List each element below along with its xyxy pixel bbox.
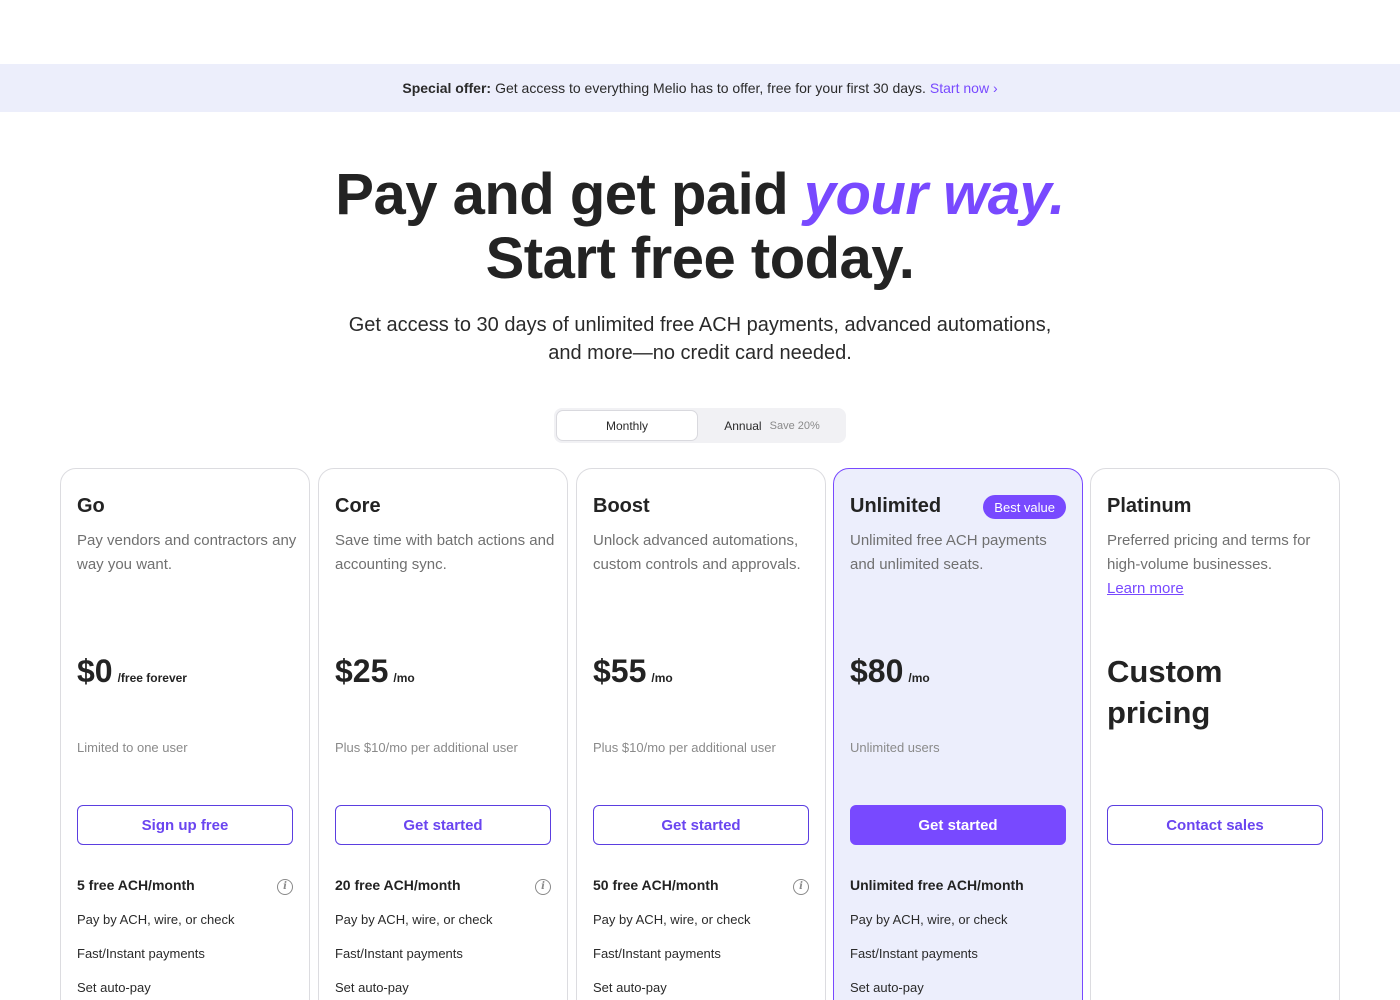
page-subtitle: Get access to 30 days of unlimited free … bbox=[330, 311, 1070, 367]
plan-card-platinum: Platinum Preferred pricing and terms for… bbox=[1090, 468, 1340, 1000]
best-value-badge: Best value bbox=[983, 495, 1066, 519]
plan-name: Core bbox=[335, 495, 381, 517]
feature-item: Set auto-pay bbox=[77, 980, 151, 995]
plan-user-note: Limited to one user bbox=[77, 740, 188, 755]
plan-description: Unlimited free ACH payments and unlimite… bbox=[850, 532, 1047, 573]
monthly-label: Monthly bbox=[605, 418, 649, 433]
plan-user-note: Unlimited users bbox=[850, 740, 940, 755]
plan-name: Boost bbox=[593, 495, 650, 517]
price-amount: $0 bbox=[77, 653, 113, 689]
billing-toggle: Monthly Annual Save 20% bbox=[554, 408, 846, 443]
custom-pricing: Custom pricing bbox=[1107, 651, 1307, 733]
plan-name: Go bbox=[77, 495, 105, 517]
plan-description: Save time with batch actions and account… bbox=[335, 532, 555, 573]
annual-label: Annual bbox=[724, 418, 762, 433]
plan-user-note: Plus $10/mo per additional user bbox=[335, 740, 518, 755]
price-period: /free forever bbox=[117, 671, 187, 685]
title-line2: Start free today. bbox=[485, 226, 915, 291]
top-navigation-bar bbox=[0, 0, 1400, 64]
learn-more-link[interactable]: Learn more bbox=[1107, 580, 1184, 597]
title-accent: your way. bbox=[803, 162, 1065, 227]
price-amount: $80 bbox=[850, 653, 904, 689]
subtitle-line2: and more—no credit card needed. bbox=[548, 342, 852, 364]
feature-item: Fast/Instant payments bbox=[77, 946, 205, 961]
feature-headline: 20 free ACH/month bbox=[335, 877, 461, 893]
feature-headline: 50 free ACH/month bbox=[593, 877, 719, 893]
plan-card-go: Go Pay vendors and contractors any way y… bbox=[60, 468, 310, 1000]
price-amount: $25 bbox=[335, 653, 389, 689]
subtitle-line1: Get access to 30 days of unlimited free … bbox=[348, 314, 1052, 336]
feature-headline: 5 free ACH/month bbox=[77, 877, 195, 893]
price-period: /mo bbox=[908, 671, 930, 685]
plan-description: Unlock advanced automations, custom cont… bbox=[593, 532, 801, 573]
promo-text: Get access to everything Melio has to of… bbox=[495, 80, 926, 96]
contact-sales-button[interactable]: Contact sales bbox=[1107, 805, 1323, 845]
plan-price: $25 /mo bbox=[335, 653, 415, 690]
info-icon[interactable]: i bbox=[535, 879, 551, 895]
title-part1: Pay and get paid bbox=[335, 162, 804, 227]
custom-pricing-line2: pricing bbox=[1107, 695, 1211, 730]
feature-item: Fast/Instant payments bbox=[593, 946, 721, 961]
plan-name: Platinum bbox=[1107, 495, 1192, 517]
plan-description: Preferred pricing and terms for high-vol… bbox=[1107, 529, 1329, 601]
page-title: Pay and get paid your way. Start free to… bbox=[0, 163, 1400, 291]
plan-price: $0 /free forever bbox=[77, 653, 187, 690]
get-started-button[interactable]: Get started bbox=[593, 805, 809, 845]
price-period: /mo bbox=[651, 671, 673, 685]
feature-item: Set auto-pay bbox=[335, 980, 409, 995]
price-amount: $55 bbox=[593, 653, 647, 689]
plan-description: Pay vendors and contractors any way you … bbox=[77, 532, 297, 573]
feature-item: Pay by ACH, wire, or check bbox=[593, 912, 751, 927]
feature-item: Pay by ACH, wire, or check bbox=[335, 912, 493, 927]
plan-user-note: Plus $10/mo per additional user bbox=[593, 740, 776, 755]
plan-card-unlimited: Unlimited Best value Unlimited free ACH … bbox=[833, 468, 1083, 1000]
plan-card-core: Core Save time with batch actions and ac… bbox=[318, 468, 568, 1000]
billing-annual-option[interactable]: Annual Save 20% bbox=[700, 410, 844, 441]
feature-item: Pay by ACH, wire, or check bbox=[77, 912, 235, 927]
annual-save-label: Save 20% bbox=[769, 419, 820, 432]
promo-bold-label: Special offer: bbox=[402, 80, 492, 96]
feature-item: Fast/Instant payments bbox=[335, 946, 463, 961]
plan-name: Unlimited bbox=[850, 495, 942, 517]
sign-up-free-button[interactable]: Sign up free bbox=[77, 805, 293, 845]
feature-headline: Unlimited free ACH/month bbox=[850, 877, 1024, 893]
plan-description-text: Preferred pricing and terms for high-vol… bbox=[1107, 532, 1311, 573]
feature-item: Pay by ACH, wire, or check bbox=[850, 912, 1008, 927]
promo-banner: Special offer: Get access to everything … bbox=[0, 64, 1400, 112]
info-icon[interactable]: i bbox=[277, 879, 293, 895]
plan-price: $55 /mo bbox=[593, 653, 673, 690]
get-started-button[interactable]: Get started bbox=[335, 805, 551, 845]
billing-monthly-option[interactable]: Monthly bbox=[556, 410, 698, 441]
plan-price: $80 /mo bbox=[850, 653, 930, 690]
plan-card-boost: Boost Unlock advanced automations, custo… bbox=[576, 468, 826, 1000]
promo-start-now-link[interactable]: Start now › bbox=[930, 80, 998, 96]
info-icon[interactable]: i bbox=[793, 879, 809, 895]
feature-item: Set auto-pay bbox=[850, 980, 924, 995]
price-period: /mo bbox=[393, 671, 415, 685]
custom-pricing-line1: Custom bbox=[1107, 654, 1223, 689]
feature-item: Set auto-pay bbox=[593, 980, 667, 995]
feature-item: Fast/Instant payments bbox=[850, 946, 978, 961]
get-started-button[interactable]: Get started bbox=[850, 805, 1066, 845]
